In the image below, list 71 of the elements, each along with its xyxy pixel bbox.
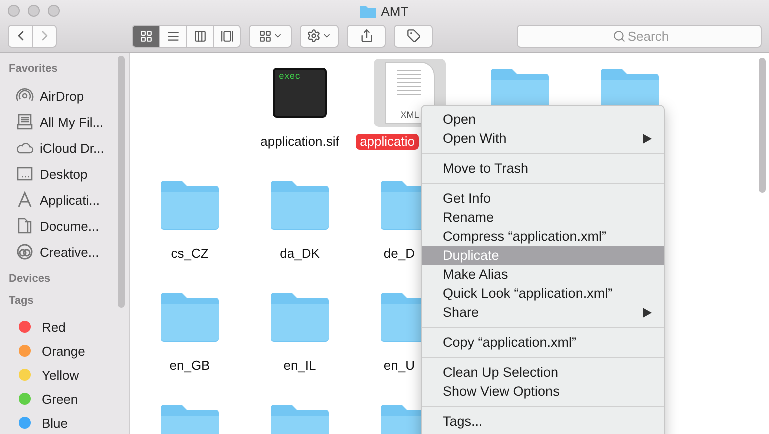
search-field[interactable]: Search xyxy=(517,24,762,48)
sidebar-heading: Tags xyxy=(8,295,35,309)
tag-icon xyxy=(406,29,420,43)
view-mode-button[interactable] xyxy=(132,24,160,48)
linked-rings-icon xyxy=(16,243,34,261)
folder-icon xyxy=(160,292,220,342)
file-name[interactable]: applicatio xyxy=(356,134,419,150)
menu-item[interactable]: Copy “application.xml” xyxy=(422,333,664,352)
sidebar-item[interactable]: Red xyxy=(0,315,129,339)
menu-item[interactable]: Quick Look “application.xml” xyxy=(422,284,664,303)
tag-button[interactable] xyxy=(394,24,433,48)
scrollbar[interactable] xyxy=(759,58,766,193)
file-name[interactable]: de_D xyxy=(380,246,419,262)
file-name[interactable]: en_GB xyxy=(166,358,214,374)
menu-item[interactable]: Open With xyxy=(422,129,664,148)
folder-icon xyxy=(160,180,220,230)
action-button[interactable] xyxy=(300,24,339,48)
window-title: AMT xyxy=(381,4,409,18)
share-button[interactable] xyxy=(347,24,386,48)
terminal-icon: exec xyxy=(273,68,327,118)
view-mode-button[interactable] xyxy=(213,24,241,48)
menu-item[interactable]: Make Alias xyxy=(422,265,664,284)
sidebar-item[interactable]: Docume... xyxy=(0,213,129,239)
letter-a-icon xyxy=(16,191,34,209)
menu-item[interactable]: Compress “application.xml” xyxy=(422,227,664,246)
file-name[interactable]: da_DK xyxy=(276,246,324,262)
sidebar-item[interactable]: Creative... xyxy=(0,239,129,265)
sidebar-item[interactable]: Blue xyxy=(0,411,129,434)
file-name[interactable]: en_U xyxy=(380,358,419,374)
sidebar-heading: Favorites xyxy=(8,63,59,77)
menu-item[interactable]: Clean Up Selection xyxy=(422,363,664,382)
sidebar-item[interactable]: iCloud Dr... xyxy=(0,135,129,161)
monitor-icon xyxy=(16,165,34,183)
document-icon: XML xyxy=(385,62,435,124)
menu-item[interactable]: Get Info xyxy=(422,189,664,208)
grid-icon xyxy=(140,30,152,42)
pages-icon xyxy=(16,217,34,235)
list-icon xyxy=(166,30,180,42)
menu-item[interactable]: Share xyxy=(422,303,664,322)
sidebar-item[interactable]: Green xyxy=(0,387,129,411)
view-mode-button[interactable] xyxy=(186,24,214,48)
sidebar-item[interactable]: Desktop xyxy=(0,161,129,187)
grid-icon xyxy=(258,30,272,42)
search-icon xyxy=(613,30,626,42)
scrollbar[interactable] xyxy=(118,56,125,308)
gallery-icon xyxy=(220,30,234,42)
sidebar-item[interactable]: Applicati... xyxy=(0,187,129,213)
view-mode-button[interactable] xyxy=(159,24,187,48)
menu-item[interactable]: Move to Trash xyxy=(422,159,664,178)
folder-icon xyxy=(360,4,376,18)
arrange-button[interactable] xyxy=(249,24,292,48)
sidebar-heading: Devices xyxy=(8,273,52,287)
columns-icon xyxy=(194,30,206,42)
share-icon xyxy=(360,29,374,43)
folder-icon xyxy=(270,180,330,230)
file-name[interactable]: application.sif xyxy=(256,134,344,150)
settings-icon xyxy=(307,29,321,43)
sidebar-item[interactable]: Yellow xyxy=(0,363,129,387)
sidebar-item[interactable]: AirDrop xyxy=(0,83,129,109)
submenu-arrow-icon xyxy=(643,134,652,144)
submenu-arrow-icon xyxy=(643,308,652,318)
file-tray-icon xyxy=(16,113,34,131)
menu-item[interactable]: Tags... xyxy=(422,412,664,431)
sidebar-item[interactable]: Orange xyxy=(0,339,129,363)
sidebar-item[interactable]: All My Fil... xyxy=(0,109,129,135)
folder-icon xyxy=(270,292,330,342)
back-button[interactable] xyxy=(8,24,33,48)
menu-item[interactable]: Show View Options xyxy=(422,382,664,401)
file-name[interactable]: en_IL xyxy=(280,358,320,374)
file-name[interactable]: cs_CZ xyxy=(167,246,213,262)
menu-item[interactable]: Rename xyxy=(422,208,664,227)
